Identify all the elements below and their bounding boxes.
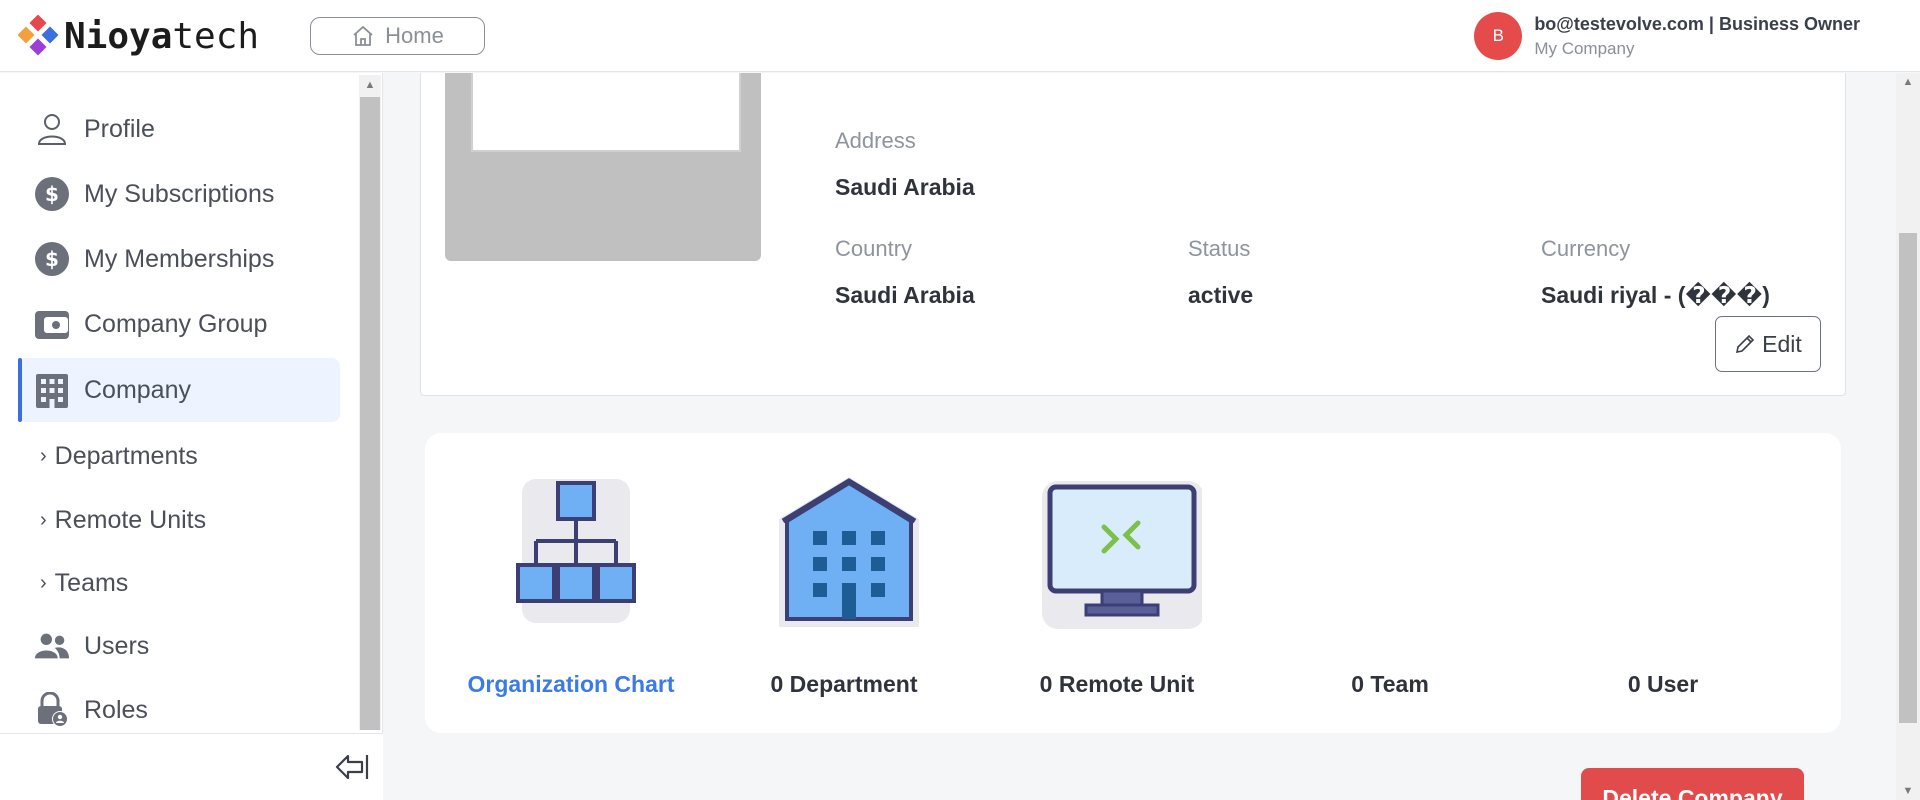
department-count: 0 Department xyxy=(770,671,918,697)
stat-remote-units[interactable]: 0 Remote Unit xyxy=(982,433,1252,733)
currency-label: Currency xyxy=(1541,236,1631,261)
sidebar-item-label: Company xyxy=(84,375,191,404)
stat-organization-chart[interactable]: Organization Chart xyxy=(436,433,706,733)
scroll-up-arrow-icon[interactable]: ▲ xyxy=(359,75,381,95)
sidebar-item-label: Users xyxy=(84,631,150,660)
sidebar: Profile $ My Subscriptions $ My Membersh… xyxy=(0,73,383,800)
user-company: My Company xyxy=(1534,38,1635,58)
sidebar-subitem-label: Remote Units xyxy=(54,505,207,534)
sidebar-item-roles[interactable]: Roles xyxy=(18,678,340,733)
sidebar-item-company-group[interactable]: Company Group xyxy=(18,292,340,356)
status-label: Status xyxy=(1188,236,1251,261)
svg-text:$: $ xyxy=(45,247,59,271)
sidebar-item-profile[interactable]: Profile xyxy=(18,97,340,161)
home-icon xyxy=(353,25,373,46)
chevron-right-icon: › xyxy=(40,508,47,531)
edit-label: Edit xyxy=(1762,330,1802,357)
main-content: Address Saudi Arabia Country Saudi Arabi… xyxy=(384,73,1900,800)
sidebar-item-label: My Subscriptions xyxy=(84,179,275,208)
user-menu[interactable]: B bo@testevolve.com | Business Owner My … xyxy=(1474,10,1860,62)
lock-user-icon xyxy=(34,692,70,728)
users-icon xyxy=(34,628,70,664)
sidebar-scroll-thumb[interactable] xyxy=(360,97,380,730)
sidebar-subitem-teams[interactable]: › Teams xyxy=(18,553,340,613)
top-header: Nioyatech Home B bo@testevolve.com | Bus… xyxy=(0,0,1920,72)
status-value: active xyxy=(1188,282,1254,308)
address-field: Address Saudi Arabia xyxy=(835,128,975,201)
organization-chart-link[interactable]: Organization Chart xyxy=(436,671,706,698)
status-field: Status active xyxy=(1188,236,1253,309)
sidebar-subitem-departments[interactable]: › Departments xyxy=(18,426,340,486)
team-count: 0 Team xyxy=(1351,671,1429,697)
page-scroll-thumb[interactable] xyxy=(1899,233,1917,723)
sidebar-item-label: My Memberships xyxy=(84,244,275,273)
chevron-right-icon: › xyxy=(40,571,47,594)
sidebar-scrollbar[interactable]: ▲ xyxy=(359,75,381,730)
nioyatech-logo[interactable]: Nioyatech xyxy=(18,14,259,58)
country-field: Country Saudi Arabia xyxy=(835,236,975,309)
sidebar-subitem-remote-units[interactable]: › Remote Units xyxy=(18,490,340,550)
country-label: Country xyxy=(835,236,913,261)
sidebar-item-label: Company Group xyxy=(84,309,268,338)
currency-value: Saudi riyal - (���) xyxy=(1541,282,1770,308)
currency-field: Currency Saudi riyal - (���) xyxy=(1541,236,1770,309)
pencil-icon xyxy=(1736,334,1755,354)
remote-unit-count: 0 Remote Unit xyxy=(1039,671,1195,697)
sidebar-item-my-memberships[interactable]: $ My Memberships xyxy=(18,227,340,291)
logo-mark-icon xyxy=(18,15,59,56)
dollar-icon: $ xyxy=(34,241,70,277)
logo-text: Nioyatech xyxy=(64,15,260,57)
stat-departments[interactable]: 0 Department xyxy=(709,433,979,733)
sidebar-item-label: Profile xyxy=(84,114,155,143)
stat-users[interactable]: 0 User xyxy=(1528,433,1798,733)
person-icon xyxy=(34,111,70,147)
scroll-up-arrow-icon[interactable]: ▲ xyxy=(1896,73,1920,91)
user-count: 0 User xyxy=(1627,671,1699,697)
home-label: Home xyxy=(385,23,444,48)
avatar[interactable]: B xyxy=(1474,12,1523,60)
sidebar-item-my-subscriptions[interactable]: $ My Subscriptions xyxy=(18,162,340,226)
org-chart-icon xyxy=(516,479,636,623)
building-icon xyxy=(34,372,70,408)
page-scrollbar[interactable]: ▲ ▼ xyxy=(1896,73,1920,800)
company-logo-inner xyxy=(471,73,741,152)
home-button[interactable]: Home xyxy=(310,17,485,55)
address-label: Address xyxy=(835,128,916,153)
scroll-down-arrow-icon[interactable]: ▼ xyxy=(1896,782,1920,800)
user-email-role: bo@testevolve.com | Business Owner xyxy=(1534,13,1860,34)
svg-text:$: $ xyxy=(45,182,59,206)
delete-company-button[interactable]: Delete Company xyxy=(1581,768,1804,800)
collapse-arrow-icon xyxy=(335,754,369,780)
country-value: Saudi Arabia xyxy=(835,282,975,308)
sidebar-subitem-label: Departments xyxy=(54,441,198,470)
building-icon xyxy=(779,477,919,627)
wallet-icon xyxy=(34,306,70,342)
remote-desktop-icon xyxy=(1042,481,1202,629)
sidebar-footer xyxy=(0,733,383,800)
stat-teams[interactable]: 0 Team xyxy=(1255,433,1525,733)
sidebar-item-users[interactable]: Users xyxy=(18,614,340,678)
user-info: bo@testevolve.com | Business Owner My Co… xyxy=(1534,14,1860,59)
collapse-sidebar-button[interactable] xyxy=(334,750,370,784)
edit-button[interactable]: Edit xyxy=(1715,316,1821,372)
sidebar-subitem-label: Teams xyxy=(54,568,129,597)
company-info-card: Address Saudi Arabia Country Saudi Arabi… xyxy=(420,73,1846,396)
sidebar-nav: Profile $ My Subscriptions $ My Membersh… xyxy=(18,73,340,733)
chevron-right-icon: › xyxy=(40,444,47,467)
company-logo-placeholder xyxy=(445,73,761,261)
sidebar-item-label: Roles xyxy=(84,695,148,724)
company-stats-card: Organization Chart 0 Department 0 Remote… xyxy=(425,433,1841,733)
sidebar-item-company[interactable]: Company xyxy=(18,358,340,422)
address-value: Saudi Arabia xyxy=(835,174,975,200)
dollar-icon: $ xyxy=(34,176,70,212)
